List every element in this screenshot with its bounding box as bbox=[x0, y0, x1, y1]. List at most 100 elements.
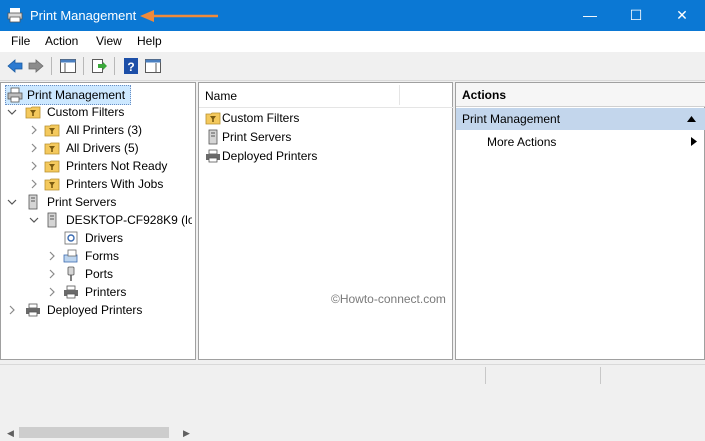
status-bar bbox=[0, 364, 705, 386]
server-icon bbox=[47, 212, 57, 228]
show-hide-tree-icon[interactable] bbox=[59, 57, 77, 75]
actions-section-print-management[interactable]: Print Management bbox=[456, 108, 705, 130]
list-item-label: Custom Filters bbox=[222, 111, 300, 125]
tree-item-label: DESKTOP-CF928K9 (loca bbox=[66, 213, 192, 227]
print-management-icon bbox=[7, 8, 23, 23]
ports-icon bbox=[67, 266, 75, 281]
actions-pane: Actions Print Management More Actions bbox=[455, 82, 705, 360]
tree-item-all-drivers[interactable]: All Drivers (5) bbox=[29, 139, 192, 157]
scroll-left-icon[interactable]: ◀ bbox=[7, 428, 14, 439]
chevron-right-icon[interactable] bbox=[47, 251, 57, 261]
list-item[interactable]: Custom Filters bbox=[199, 109, 452, 127]
tree-item-drivers[interactable]: Drivers bbox=[63, 229, 192, 247]
actions-title: Actions bbox=[456, 83, 705, 107]
show-hide-action-pane-icon[interactable] bbox=[144, 57, 162, 75]
submenu-arrow-icon bbox=[691, 137, 697, 146]
toolbar-separator bbox=[51, 57, 52, 75]
chevron-right-icon[interactable] bbox=[29, 179, 39, 189]
filter-folder-icon bbox=[44, 178, 60, 191]
tree-horizontal-scrollbar[interactable]: ◀ ▶ bbox=[2, 424, 195, 441]
minimize-button[interactable]: — bbox=[567, 0, 613, 31]
tree-item-printers-with-jobs[interactable]: Printers With Jobs bbox=[29, 175, 192, 193]
chevron-right-icon[interactable] bbox=[29, 125, 39, 135]
more-actions-item[interactable]: More Actions bbox=[456, 132, 704, 152]
toolbar-separator bbox=[114, 57, 115, 75]
tree-item-label: All Drivers (5) bbox=[66, 141, 139, 155]
tree-item-label: Ports bbox=[85, 267, 114, 281]
toolbar: ? bbox=[0, 52, 705, 81]
tree-item-label: All Printers (3) bbox=[66, 123, 143, 137]
menu-file[interactable]: File bbox=[11, 34, 30, 48]
list-item-label: Print Servers bbox=[222, 130, 292, 144]
tree-item-print-servers[interactable]: Print Servers bbox=[7, 193, 192, 211]
tree-item-printers[interactable]: Printers bbox=[47, 283, 192, 301]
list-item[interactable]: Print Servers bbox=[199, 128, 452, 146]
tree-item-all-printers[interactable]: All Printers (3) bbox=[29, 121, 192, 139]
watermark: ©Howto-connect.com bbox=[331, 292, 446, 306]
list-item[interactable]: Deployed Printers bbox=[199, 147, 452, 165]
window-title: Print Management bbox=[30, 8, 137, 23]
menu-bar: File Action View Help bbox=[0, 31, 705, 52]
export-list-icon[interactable] bbox=[90, 57, 108, 75]
list-item-label: Deployed Printers bbox=[222, 149, 318, 163]
forms-icon bbox=[63, 249, 78, 263]
printer-icon bbox=[206, 149, 220, 163]
chevron-right-icon[interactable] bbox=[29, 161, 39, 171]
tree-item-label: Forms bbox=[85, 249, 119, 263]
tree-item-label: Printers With Jobs bbox=[66, 177, 164, 191]
tree-item-label: Deployed Printers bbox=[47, 303, 143, 317]
tree-item-forms[interactable]: Forms bbox=[47, 247, 192, 265]
tree-item-custom-filters[interactable]: Custom Filters bbox=[7, 103, 192, 121]
scroll-thumb[interactable] bbox=[19, 427, 169, 438]
tree-item-label: Print Servers bbox=[47, 195, 117, 209]
tree-item-print-management[interactable]: Print Management bbox=[5, 85, 131, 105]
chevron-right-icon[interactable] bbox=[7, 305, 17, 315]
maximize-button[interactable]: ☐ bbox=[613, 0, 659, 31]
list-pane[interactable]: Name Custom Filters Print Servers Deploy… bbox=[198, 82, 454, 360]
drivers-icon bbox=[64, 231, 78, 245]
chevron-down-icon[interactable] bbox=[7, 197, 17, 207]
server-icon bbox=[208, 129, 218, 145]
tree-item-label: Custom Filters bbox=[47, 105, 125, 119]
tree-item-label: Printers Not Ready bbox=[66, 159, 168, 173]
list-header: Name bbox=[199, 83, 454, 108]
tree-item-ports[interactable]: Ports bbox=[47, 265, 192, 283]
column-separator[interactable] bbox=[399, 85, 400, 105]
filter-folder-icon bbox=[205, 112, 221, 125]
printer-icon bbox=[26, 303, 40, 317]
server-icon bbox=[28, 194, 38, 210]
menu-view[interactable]: View bbox=[96, 34, 122, 48]
scroll-right-icon[interactable]: ▶ bbox=[183, 428, 190, 439]
tree-item-server[interactable]: DESKTOP-CF928K9 (loca bbox=[29, 211, 192, 229]
toolbar-separator bbox=[83, 57, 84, 75]
tree-item-label: Print Management bbox=[27, 88, 126, 102]
filter-folder-icon bbox=[25, 106, 41, 119]
filter-folder-icon bbox=[44, 142, 60, 155]
chevron-right-icon[interactable] bbox=[29, 143, 39, 153]
more-actions-label: More Actions bbox=[487, 135, 557, 149]
status-separator bbox=[485, 367, 486, 384]
filter-folder-icon bbox=[44, 160, 60, 173]
tree-item-deployed-printers[interactable]: Deployed Printers bbox=[7, 301, 192, 319]
column-header-name[interactable]: Name bbox=[205, 89, 237, 103]
tree-item-label: Drivers bbox=[85, 231, 123, 245]
filter-folder-icon bbox=[44, 124, 60, 137]
close-button[interactable]: ✕ bbox=[659, 0, 705, 31]
title-bar: Print Management — ☐ ✕ bbox=[0, 0, 705, 31]
chevron-down-icon[interactable] bbox=[29, 215, 39, 225]
forward-icon[interactable] bbox=[27, 57, 45, 75]
help-icon[interactable]: ? bbox=[122, 57, 140, 75]
chevron-right-icon[interactable] bbox=[47, 269, 57, 279]
actions-section-label: Print Management bbox=[462, 112, 561, 126]
tree-pane[interactable]: Print Management Custom Filters All Prin… bbox=[0, 82, 196, 441]
menu-action[interactable]: Action bbox=[45, 34, 78, 48]
back-icon[interactable] bbox=[6, 57, 24, 75]
chevron-down-icon[interactable] bbox=[7, 107, 17, 117]
collapse-up-icon[interactable] bbox=[687, 116, 696, 122]
status-separator bbox=[600, 367, 601, 384]
tree-item-printers-not-ready[interactable]: Printers Not Ready bbox=[29, 157, 192, 175]
menu-help[interactable]: Help bbox=[137, 34, 162, 48]
chevron-right-icon[interactable] bbox=[47, 287, 57, 297]
print-management-icon bbox=[7, 87, 23, 103]
arrow-annotation-icon bbox=[140, 10, 218, 22]
